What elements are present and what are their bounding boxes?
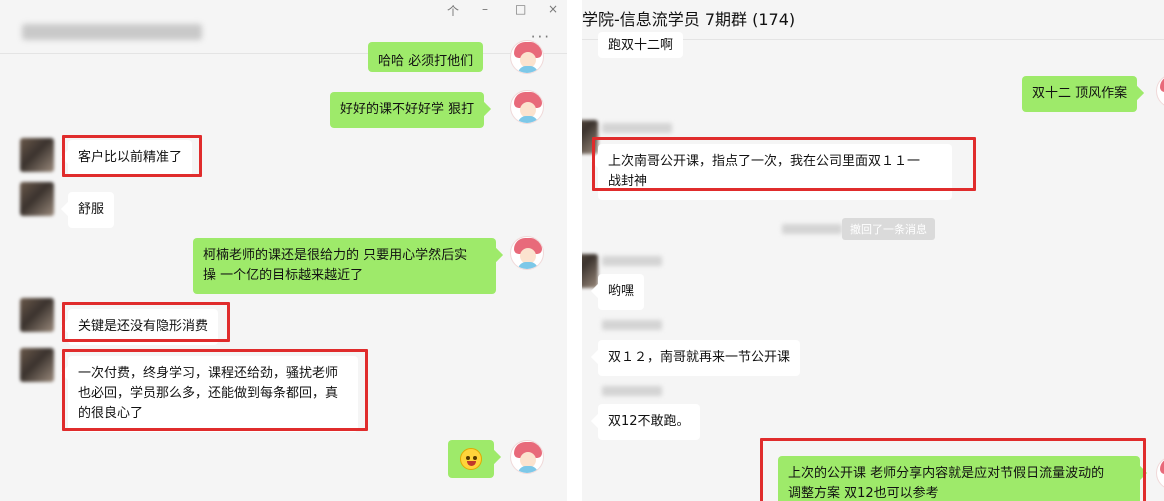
message-bubble-received: 一次付费，终身学习，课程还给劲，骚扰老师 也必回，学员那么多，还能做到每条都回，… [68, 356, 358, 432]
message-text-line: 操 一个亿的目标越来越近了 [203, 268, 364, 283]
message-bubble-received: 客户比以前精准了 [68, 140, 193, 176]
contact-avatar[interactable] [20, 348, 54, 382]
contact-avatar[interactable] [20, 138, 54, 172]
user-avatar[interactable] [510, 40, 544, 74]
message-bubble-sent: 上次的公开课 老师分享内容就是应对节假日流量波动的 调整方案 双12也可以参考 [778, 456, 1140, 501]
contact-avatar[interactable] [20, 298, 54, 332]
message-text: 客户比以前精准了 [78, 150, 183, 165]
message-text: 双12不敢跑。 [608, 414, 690, 429]
message-bubble-received: 双12不敢跑。 [598, 404, 700, 440]
message-bubble-received: 哟嘿 [598, 274, 645, 310]
smile-emoji-icon [460, 448, 482, 470]
message-text-line: 战封神 [608, 174, 648, 189]
message-bubble-sent-emoji [448, 440, 494, 478]
group-title: 学院-信息流学员 7期群 (174) [582, 10, 796, 29]
message-bubble-sent: 好好的课不好好学 狠打 [330, 92, 485, 128]
recall-notice: 撤回了一条消息 [842, 218, 935, 240]
message-bubble-received: 关键是还没有隐形消费 [68, 309, 219, 345]
user-avatar[interactable] [510, 440, 544, 474]
message-text-line: 上次的公开课 老师分享内容就是应对节假日流量波动的 [788, 466, 1105, 481]
message-text: 哟嘿 [608, 284, 635, 299]
message-bubble-received: 舒服 [68, 192, 115, 228]
sender-name [602, 123, 672, 133]
message-bubble-sent: 双十二 顶风作案 [1022, 76, 1138, 112]
message-text-line: 上次南哥公开课，指点了一次，我在公司里面双１１一 [608, 154, 921, 169]
left-chat-window: 个 – □ × ··· 哈哈 必须打他们 好好的课不好好学 狠打 客户比以前精准… [0, 0, 567, 501]
message-text-line: 也必回，学员那么多，还能做到每条都回，真 [78, 386, 339, 401]
user-avatar[interactable] [510, 236, 544, 270]
message-text-line: 一次付费，终身学习，课程还给劲，骚扰老师 [78, 366, 339, 381]
message-text: 哈哈 必须打他们 [378, 54, 474, 69]
blurred-chat-title [22, 24, 202, 40]
blurred-name [782, 224, 842, 234]
sender-name [602, 256, 662, 266]
message-text: 跑双十二啊 [608, 38, 674, 53]
right-chat-window: 学院-信息流学员 7期群 (174) 跑双十二啊 双十二 顶风作案 上次南哥公开… [582, 0, 1164, 501]
message-bubble-sent: 柯楠老师的课还是很给力的 只要用心学然后实 操 一个亿的目标越来越近了 [193, 238, 496, 294]
maximize-button[interactable]: □ [515, 2, 526, 16]
panel-divider [567, 0, 582, 501]
contact-avatar[interactable] [20, 182, 54, 216]
message-text: 好好的课不好好学 狠打 [340, 102, 475, 117]
user-avatar[interactable] [1156, 456, 1164, 490]
message-bubble-cut: 哈哈 必须打他们 [368, 42, 484, 72]
user-avatar[interactable] [510, 90, 544, 124]
sender-name [602, 320, 662, 330]
message-text: 关键是还没有隐形消费 [78, 319, 209, 334]
sender-name [602, 386, 662, 396]
message-text: 双１２，南哥就再来一节公开课 [608, 350, 791, 365]
message-text-line: 柯楠老师的课还是很给力的 只要用心学然后实 [203, 248, 468, 263]
message-text-line: 调整方案 双12也可以参考 [788, 486, 939, 501]
contact-avatar[interactable] [582, 120, 598, 154]
message-bubble-cut: 跑双十二啊 [598, 32, 684, 58]
message-text: 舒服 [78, 202, 105, 217]
message-text: 双十二 顶风作案 [1032, 86, 1128, 101]
user-avatar[interactable] [1156, 74, 1164, 108]
message-bubble-received: 双１２，南哥就再来一节公开课 [598, 340, 801, 376]
close-button[interactable]: × [548, 2, 558, 16]
message-text-line: 的很良心了 [78, 406, 144, 421]
minimize-button[interactable]: – [482, 2, 488, 16]
pin-button[interactable]: 个 [447, 2, 459, 19]
message-bubble-received: 上次南哥公开课，指点了一次，我在公司里面双１１一 战封神 [598, 144, 952, 200]
contact-avatar[interactable] [582, 254, 598, 288]
